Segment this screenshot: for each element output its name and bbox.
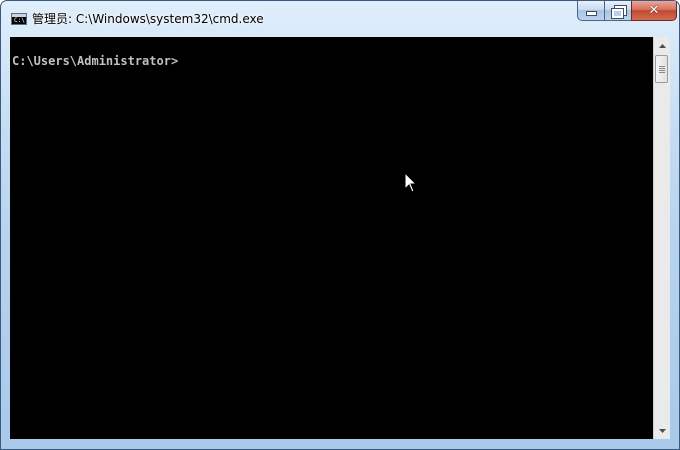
- mouse-pointer-icon: [404, 172, 418, 193]
- minimize-icon: [585, 11, 597, 16]
- restore-icon: [611, 4, 627, 19]
- restore-button[interactable]: [604, 1, 631, 21]
- cmd-console-icon[interactable]: C:\: [11, 13, 27, 25]
- scroll-up-arrow-icon[interactable]: [654, 37, 670, 54]
- close-button[interactable]: ✕: [631, 1, 677, 21]
- cmd-window: C:\ 管理员: C:\Windows\system32\cmd.exe ✕ C…: [0, 0, 680, 450]
- scrollbar-thumb[interactable]: [655, 55, 668, 83]
- window-bottom-border[interactable]: [1, 439, 679, 449]
- caption-buttons: ✕: [577, 1, 677, 21]
- console-output-area[interactable]: C:\Users\Administrator>: [10, 37, 653, 439]
- window-title: 管理员: C:\Windows\system32\cmd.exe: [32, 12, 264, 26]
- app-icon-text: C:\: [14, 17, 25, 24]
- vertical-scrollbar[interactable]: [653, 37, 670, 439]
- minimize-button[interactable]: [577, 1, 604, 21]
- close-icon: ✕: [648, 3, 660, 18]
- title-bar[interactable]: C:\ 管理员: C:\Windows\system32\cmd.exe ✕: [1, 1, 679, 37]
- scroll-down-arrow-icon[interactable]: [654, 422, 670, 439]
- command-prompt-line: C:\Users\Administrator>: [12, 54, 179, 68]
